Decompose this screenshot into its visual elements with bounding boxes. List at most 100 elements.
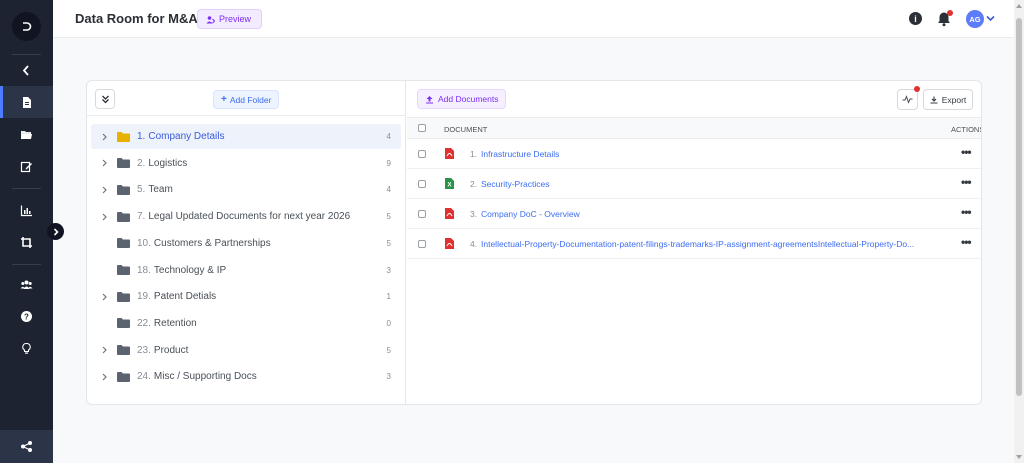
- document-name-link[interactable]: Intellectual-Property-Documentation-pate…: [481, 239, 914, 249]
- folder-row[interactable]: 1. Company Details 4: [91, 124, 401, 149]
- select-all-checkbox[interactable]: [418, 124, 426, 132]
- add-folder-label: Add Folder: [229, 94, 272, 105]
- folder-row[interactable]: 19. Patent Detials 1: [91, 284, 401, 309]
- folders-panel: + Add Folder 1. Company Details 4 2. Logisti…: [87, 81, 406, 404]
- add-folder-button[interactable]: + Add Folder: [213, 90, 280, 109]
- info-icon[interactable]: i: [909, 12, 922, 25]
- folder-icon: [117, 318, 131, 329]
- chevron-right-icon[interactable]: [91, 133, 117, 141]
- folder-row[interactable]: 10. Customers & Partnerships 5: [91, 231, 401, 256]
- folder-count: 5: [386, 345, 391, 355]
- document-name-link[interactable]: Company DoC - Overview: [481, 209, 580, 219]
- notification-bell-icon[interactable]: [937, 10, 953, 27]
- lightbulb-icon[interactable]: [0, 332, 53, 364]
- activity-button[interactable]: [897, 86, 920, 110]
- scrollbar-thumb[interactable]: [1016, 18, 1022, 396]
- folder-row[interactable]: 22. Retention 0: [91, 311, 401, 336]
- upload-icon: [426, 95, 433, 103]
- page-scrollbar[interactable]: [1014, 0, 1024, 463]
- document-icon[interactable]: [0, 86, 53, 118]
- folder-name: Company Details: [148, 131, 225, 142]
- add-documents-button[interactable]: Add Documents: [417, 89, 507, 109]
- expand-sidebar-chevron-icon[interactable]: [47, 223, 64, 240]
- share-icon[interactable]: [0, 430, 53, 463]
- row-checkbox[interactable]: [418, 180, 426, 188]
- folder-number: 23.: [137, 344, 151, 356]
- chevron-right-icon[interactable]: [91, 213, 117, 221]
- document-row[interactable]: X 2. Security-Practices •••: [407, 169, 981, 199]
- page-title: Data Room for M&A: [75, 11, 198, 26]
- row-checkbox[interactable]: [418, 240, 426, 248]
- plus-icon: +: [221, 94, 227, 105]
- folder-count: 9: [386, 158, 391, 168]
- document-name-link[interactable]: Security-Practices: [481, 179, 550, 189]
- avatar[interactable]: AG: [966, 10, 984, 28]
- pdf-file-icon: [445, 238, 454, 249]
- logo-icon[interactable]: [12, 12, 41, 41]
- folder-number: 22.: [137, 317, 151, 329]
- chevron-right-icon[interactable]: [91, 186, 117, 194]
- svg-text:X: X: [447, 183, 451, 189]
- folder-name: Misc / Supporting Docs: [153, 371, 257, 383]
- folder-name: Patent Detials: [153, 291, 217, 303]
- add-documents-label: Add Documents: [438, 94, 499, 104]
- folder-name: Technology & IP: [153, 264, 227, 276]
- folder-icon: [117, 345, 131, 356]
- folder-row[interactable]: 2. Logistics 9: [91, 151, 401, 176]
- folder-number: 24.: [137, 371, 151, 383]
- folder-count: 0: [386, 318, 391, 328]
- document-row[interactable]: 4. Intellectual-Property-Documentation-pa…: [407, 229, 981, 259]
- back-chevron-icon[interactable]: [0, 54, 53, 86]
- notification-dot: [947, 10, 953, 16]
- row-checkbox[interactable]: [418, 150, 426, 158]
- chevron-right-icon[interactable]: [91, 373, 117, 381]
- folder-row[interactable]: 23. Product 5: [91, 338, 401, 363]
- document-name-link[interactable]: Infrastructure Details: [481, 149, 559, 159]
- folder-row[interactable]: 7. Legal Updated Documents for next year …: [91, 204, 401, 229]
- folder-count: 3: [386, 265, 391, 275]
- download-icon: [930, 96, 938, 103]
- sidebar-divider: [12, 264, 41, 265]
- folder-row[interactable]: 18. Technology & IP 3: [91, 258, 401, 283]
- chevron-down-icon[interactable]: [986, 14, 995, 23]
- scroll-down-arrow-icon[interactable]: [1016, 455, 1022, 459]
- documents-toolbar: Add Documents Export: [407, 81, 981, 117]
- folder-icon: [117, 158, 131, 169]
- scroll-up-arrow-icon[interactable]: [1016, 4, 1022, 8]
- more-actions-icon[interactable]: •••: [961, 235, 972, 249]
- help-icon[interactable]: ?: [0, 300, 53, 332]
- folder-count: 4: [386, 132, 391, 141]
- folder-name: Logistics: [148, 157, 188, 169]
- folder-row[interactable]: 24. Misc / Supporting Docs 3: [91, 364, 401, 389]
- folder-row[interactable]: 5. Team 4: [91, 177, 401, 202]
- chevron-right-icon[interactable]: [91, 293, 117, 301]
- more-actions-icon[interactable]: •••: [961, 205, 972, 219]
- folder-name: Customers & Partnerships: [153, 237, 271, 249]
- folder-open-icon[interactable]: [0, 118, 53, 150]
- export-button[interactable]: Export: [923, 89, 973, 110]
- more-actions-icon[interactable]: •••: [961, 145, 972, 159]
- preview-button[interactable]: Preview: [197, 9, 263, 29]
- document-row[interactable]: 3. Company DoC - Overview •••: [407, 199, 981, 229]
- row-checkbox[interactable]: [418, 210, 426, 218]
- document-row[interactable]: 1. Infrastructure Details •••: [407, 139, 981, 169]
- document-number: 4.: [470, 239, 478, 249]
- crop-icon[interactable]: [0, 226, 53, 258]
- excel-file-icon: X: [445, 178, 454, 189]
- folder-number: 5.: [137, 184, 146, 196]
- chevron-right-icon[interactable]: [91, 346, 117, 354]
- top-header: Data Room for M&A Preview i AG: [53, 0, 1014, 38]
- folder-name: Retention: [153, 317, 197, 329]
- folder-count: 1: [386, 292, 391, 302]
- edit-icon[interactable]: [0, 150, 53, 182]
- folder-number: 10.: [137, 237, 151, 249]
- team-icon[interactable]: [0, 268, 53, 300]
- more-actions-icon[interactable]: •••: [961, 175, 972, 189]
- double-chevron-down-icon: [101, 95, 109, 103]
- chart-icon[interactable]: [0, 194, 53, 226]
- chevron-right-icon[interactable]: [91, 159, 117, 167]
- preview-user-icon: [206, 15, 215, 23]
- expand-all-button[interactable]: [95, 89, 115, 109]
- documents-panel: Add Documents Export DOCUMENT ACTIONS 1.…: [407, 81, 981, 404]
- document-number: 3.: [470, 209, 478, 219]
